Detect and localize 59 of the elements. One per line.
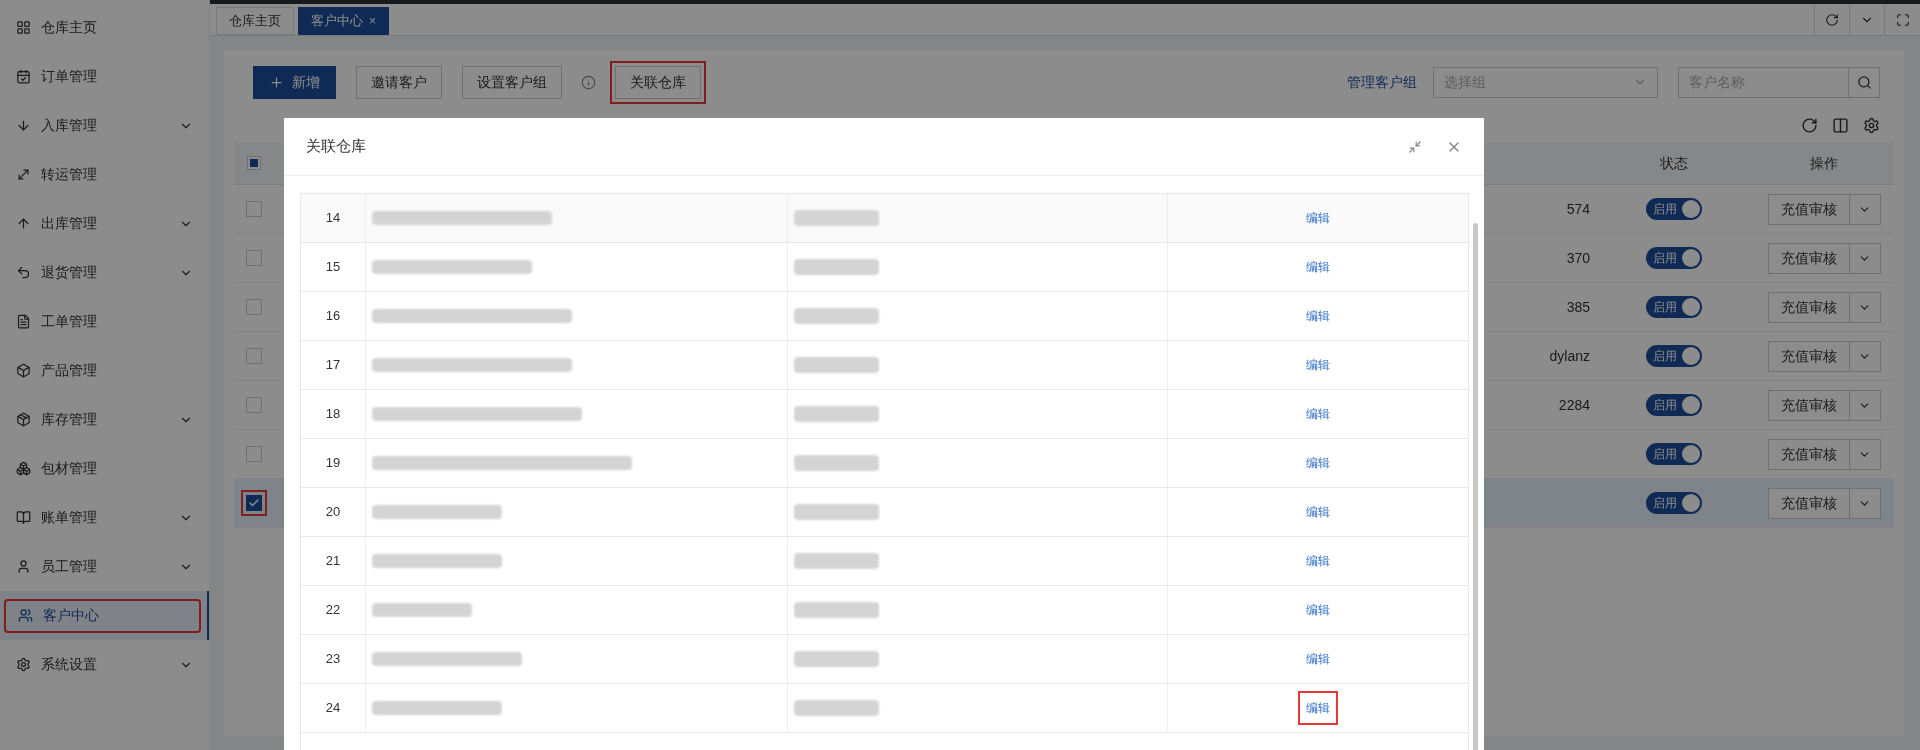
edit-link[interactable]: 编辑 bbox=[1298, 446, 1338, 480]
edit-link[interactable]: 编辑 bbox=[1298, 642, 1338, 676]
edit-link[interactable]: 编辑 bbox=[1298, 348, 1338, 382]
table-cell-text: 385 bbox=[1565, 297, 1591, 317]
sidebar-item[interactable]: 产品管理 bbox=[4, 353, 203, 388]
toolbar-button[interactable]: 邀请客户 bbox=[356, 65, 442, 99]
edit-link[interactable]: 编辑 bbox=[1298, 201, 1338, 235]
column-header: 状态 bbox=[1659, 153, 1689, 173]
table-cell-text: 574 bbox=[1565, 199, 1591, 219]
sidebar-item[interactable]: 客户中心 bbox=[4, 598, 201, 633]
table-cell-text: 2284 bbox=[1557, 395, 1591, 415]
sidebar-item[interactable]: 账单管理 bbox=[4, 500, 203, 535]
table-cell-text: 370 bbox=[1565, 248, 1591, 268]
sidebar-item[interactable]: 入库管理 bbox=[4, 108, 203, 143]
tab-close[interactable]: × bbox=[369, 12, 376, 30]
sidebar-item[interactable]: 包材管理 bbox=[4, 451, 203, 486]
toolbar-button[interactable]: 关联仓库 bbox=[615, 65, 701, 99]
status-switch[interactable]: 启用 bbox=[1646, 394, 1702, 416]
row-number: 17 bbox=[324, 356, 342, 375]
row-number: 24 bbox=[324, 699, 342, 718]
sidebar-item[interactable]: 转运管理 bbox=[4, 157, 203, 192]
status-switch[interactable]: 启用 bbox=[1646, 296, 1702, 318]
row-number: 21 bbox=[324, 552, 342, 571]
row-number: 19 bbox=[324, 454, 342, 473]
row-number: 14 bbox=[324, 209, 342, 228]
row-number: 20 bbox=[324, 503, 342, 522]
modal-title: 关联仓库 bbox=[306, 136, 367, 157]
edit-link[interactable]: 编辑 bbox=[1298, 299, 1338, 333]
tab[interactable]: 仓库主页 bbox=[216, 7, 294, 35]
edit-link[interactable]: 编辑 bbox=[1298, 495, 1338, 529]
sidebar-item[interactable]: 仓库主页 bbox=[4, 10, 203, 45]
manage-groups-link[interactable]: 管理客户组 bbox=[1347, 71, 1417, 93]
sidebar-item[interactable]: 出库管理 bbox=[4, 206, 203, 241]
edit-link[interactable]: 编辑 bbox=[1298, 250, 1338, 284]
status-switch[interactable]: 启用 bbox=[1646, 247, 1702, 269]
row-number: 23 bbox=[324, 650, 342, 669]
row-number: 15 bbox=[324, 258, 342, 277]
edit-link[interactable]: 编辑 bbox=[1298, 397, 1338, 431]
row-number: 18 bbox=[324, 405, 342, 424]
status-switch[interactable]: 启用 bbox=[1646, 345, 1702, 367]
row-number: 16 bbox=[324, 307, 342, 326]
status-switch[interactable]: 启用 bbox=[1646, 198, 1702, 220]
row-number: 22 bbox=[324, 601, 342, 620]
sidebar-item[interactable]: 工单管理 bbox=[4, 304, 203, 339]
edit-link[interactable]: 编辑 bbox=[1298, 544, 1338, 578]
edit-link[interactable]: 编辑 bbox=[1298, 593, 1338, 627]
toolbar-button[interactable]: 设置客户组 bbox=[462, 65, 562, 99]
sidebar-item[interactable]: 订单管理 bbox=[4, 59, 203, 94]
sidebar-item[interactable]: 退货管理 bbox=[4, 255, 203, 290]
add-button[interactable]: 新增 bbox=[253, 65, 336, 99]
table-cell-text: dylanz bbox=[1548, 346, 1591, 366]
column-header: 操作 bbox=[1809, 153, 1839, 173]
sidebar-item[interactable]: 系统设置 bbox=[4, 647, 203, 682]
status-switch[interactable]: 启用 bbox=[1646, 443, 1702, 465]
sidebar-item[interactable]: 员工管理 bbox=[4, 549, 203, 584]
tab[interactable]: 客户中心 × bbox=[298, 7, 389, 35]
edit-link[interactable]: 编辑 bbox=[1298, 691, 1338, 725]
status-switch[interactable]: 启用 bbox=[1646, 492, 1702, 514]
sidebar-item[interactable]: 库存管理 bbox=[4, 402, 203, 437]
